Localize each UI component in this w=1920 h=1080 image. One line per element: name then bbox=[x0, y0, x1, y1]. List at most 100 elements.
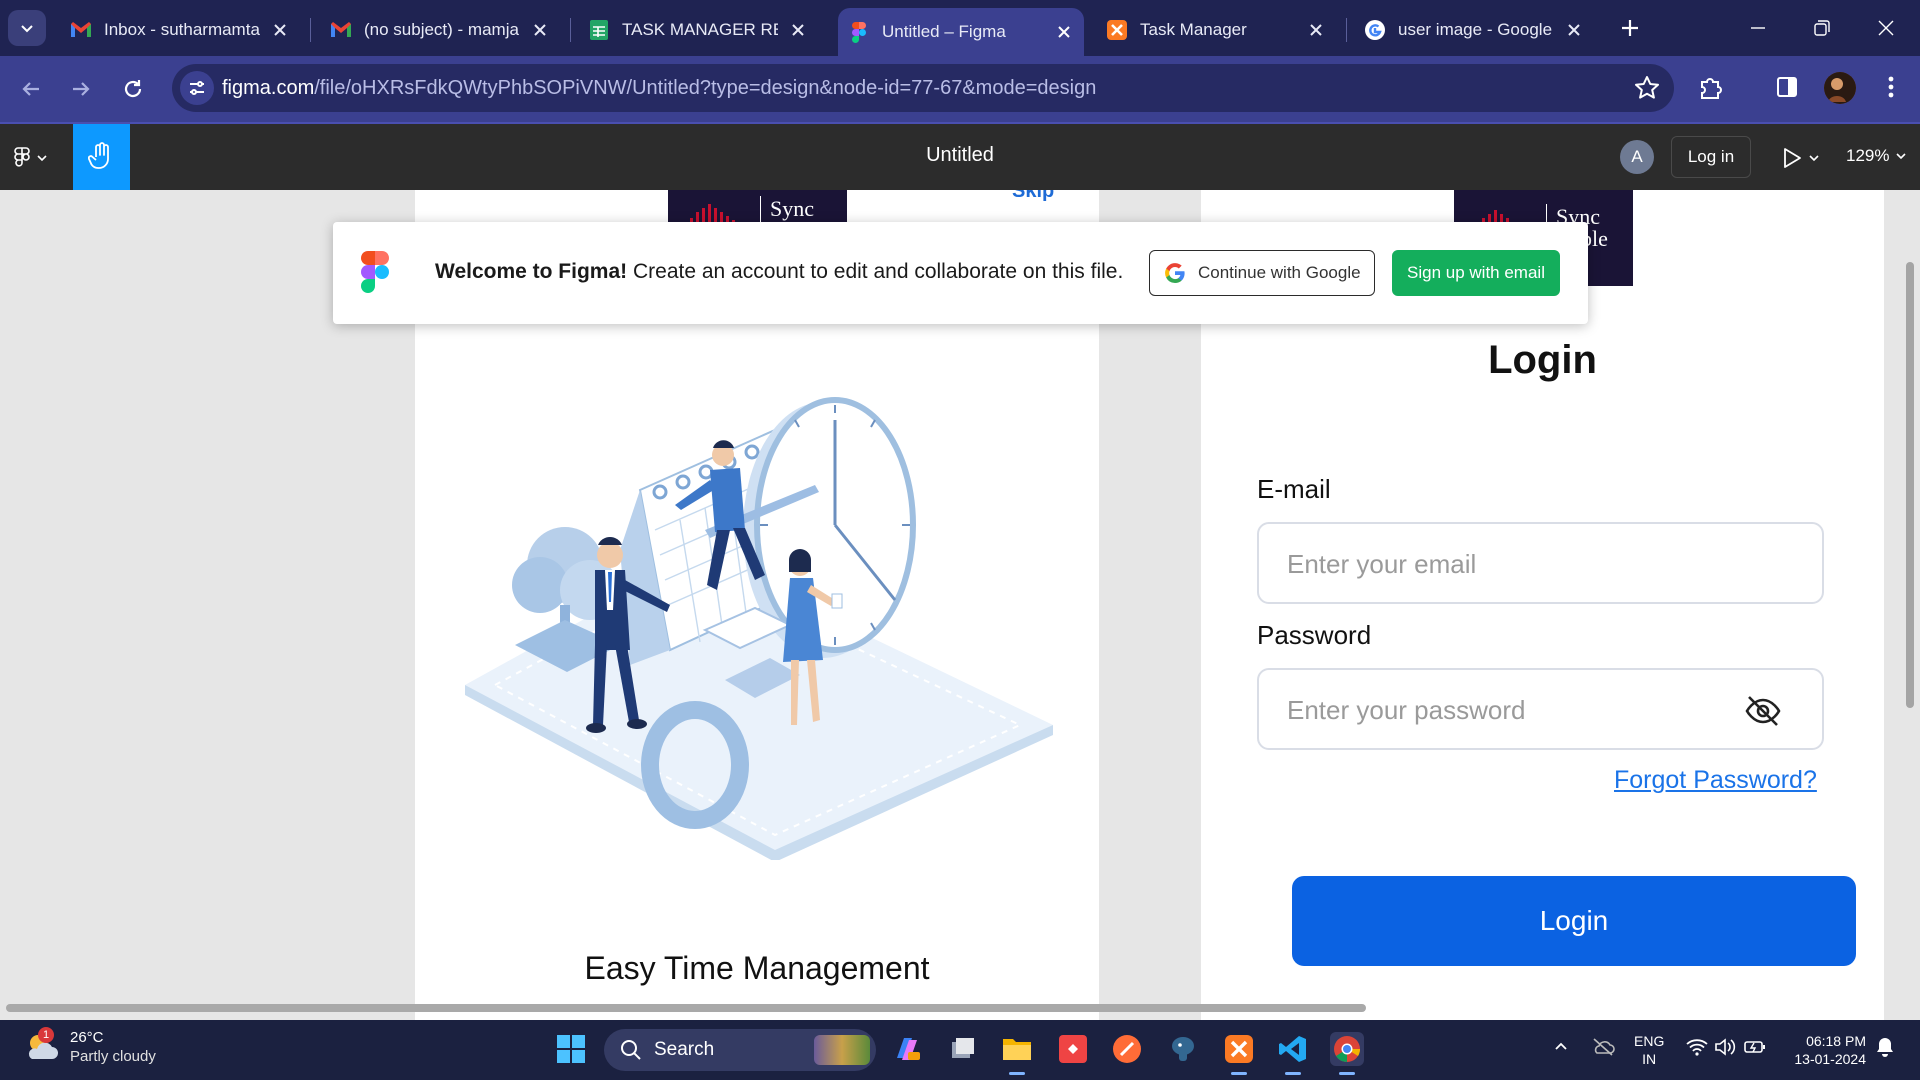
zoom-level: 129% bbox=[1846, 146, 1890, 165]
windows-start-icon[interactable] bbox=[556, 1034, 586, 1064]
sign-up-email-button[interactable]: Sign up with email bbox=[1392, 250, 1560, 296]
horizontal-scrollbar[interactable] bbox=[6, 1004, 1366, 1012]
taskbar-search[interactable]: Search bbox=[604, 1029, 876, 1071]
browser-menu-button[interactable] bbox=[1876, 72, 1906, 102]
url-path: /file/oHXRsFdkQWtyPhbSOPiVNW/Untitled?ty… bbox=[314, 77, 1097, 99]
forward-button[interactable] bbox=[64, 72, 98, 106]
taskbar-xampp[interactable] bbox=[1222, 1032, 1256, 1075]
minimize-button[interactable] bbox=[1744, 14, 1772, 42]
hand-tool-button[interactable] bbox=[73, 124, 130, 190]
login-button[interactable]: Login bbox=[1292, 876, 1856, 966]
address-bar[interactable]: figma.com/file/oHXRsFdkQWtyPhbSOPiVNW/Un… bbox=[172, 64, 1674, 112]
forgot-password-link[interactable]: Forgot Password? bbox=[1614, 766, 1817, 795]
close-icon[interactable] bbox=[788, 20, 808, 40]
back-button[interactable] bbox=[14, 72, 48, 106]
google-icon bbox=[1364, 19, 1386, 41]
reload-icon bbox=[124, 80, 142, 98]
chevron-down-icon bbox=[1896, 153, 1907, 160]
arrow-left-icon bbox=[22, 82, 39, 96]
xampp-icon bbox=[1106, 19, 1128, 41]
temperature: 26°C bbox=[70, 1029, 104, 1046]
extensions-button[interactable] bbox=[1696, 72, 1726, 102]
tab-task-manager-sheet[interactable]: TASK MANAGER REQUI bbox=[578, 10, 818, 50]
postgresql-icon bbox=[1172, 1037, 1194, 1061]
taskbar-postgresql[interactable] bbox=[1166, 1032, 1200, 1066]
close-icon[interactable] bbox=[1306, 20, 1326, 40]
volume-button[interactable] bbox=[1712, 1034, 1738, 1060]
figma-icon bbox=[14, 147, 30, 167]
language-indicator[interactable]: ENG IN bbox=[1634, 1032, 1664, 1068]
taskbar-task-view[interactable] bbox=[946, 1032, 980, 1066]
welcome-bold: Welcome to Figma! bbox=[435, 260, 628, 283]
tab-search-button[interactable] bbox=[8, 10, 46, 46]
taskbar-file-explorer[interactable] bbox=[1000, 1032, 1034, 1075]
figma-login-button[interactable]: Log in bbox=[1671, 136, 1751, 178]
close-icon[interactable] bbox=[530, 20, 550, 40]
figma-main-menu[interactable] bbox=[14, 144, 48, 172]
side-panel-button[interactable] bbox=[1772, 72, 1802, 102]
profile-avatar[interactable] bbox=[1824, 72, 1856, 104]
show-hidden-icons-button[interactable] bbox=[1548, 1034, 1574, 1060]
logo-divider bbox=[760, 196, 761, 224]
vertical-scrollbar[interactable] bbox=[1906, 262, 1914, 708]
bookmark-star-icon[interactable] bbox=[1634, 75, 1660, 101]
gmail-icon bbox=[70, 19, 92, 41]
continue-with-google-button[interactable]: Continue with Google bbox=[1149, 250, 1375, 296]
eye-off-icon[interactable] bbox=[1744, 692, 1782, 730]
wifi-button[interactable] bbox=[1684, 1034, 1710, 1060]
zoom-menu[interactable]: 129% bbox=[1846, 146, 1907, 166]
search-highlight-image bbox=[814, 1035, 870, 1065]
close-window-button[interactable] bbox=[1872, 14, 1900, 42]
avatar[interactable]: A bbox=[1620, 140, 1654, 174]
system-clock[interactable]: 06:18 PM 13-01-2024 bbox=[1780, 1032, 1866, 1068]
restore-button[interactable] bbox=[1808, 14, 1836, 42]
skip-link[interactable]: Skip bbox=[1012, 190, 1054, 203]
reload-button[interactable] bbox=[116, 72, 150, 106]
tune-icon bbox=[190, 81, 204, 95]
tab-figma-untitled[interactable]: Untitled – Figma bbox=[838, 8, 1084, 56]
new-tab-button[interactable] bbox=[1616, 14, 1644, 42]
password-field[interactable]: Enter your password bbox=[1257, 668, 1824, 750]
tab-title: TASK MANAGER REQUI bbox=[622, 20, 778, 39]
weather-widget[interactable]: 1 26°C Partly cloudy bbox=[24, 1027, 156, 1066]
site-info-button[interactable] bbox=[180, 71, 214, 105]
logo-word: Sync bbox=[770, 196, 814, 221]
tab-gmail-no-subject[interactable]: (no subject) - mamjang bbox=[320, 10, 560, 50]
taskbar-vscode[interactable] bbox=[1276, 1032, 1310, 1075]
anydesk-icon bbox=[1059, 1035, 1087, 1063]
task-view-icon bbox=[952, 1038, 974, 1058]
taskbar-copilot[interactable] bbox=[890, 1032, 924, 1066]
battery-button[interactable] bbox=[1742, 1034, 1768, 1060]
onedrive-button[interactable] bbox=[1590, 1034, 1616, 1060]
present-button[interactable] bbox=[1782, 144, 1820, 172]
email-field[interactable]: Enter your email bbox=[1257, 522, 1824, 604]
tab-title: Untitled – Figma bbox=[882, 22, 1006, 41]
arrow-right-icon bbox=[73, 82, 90, 96]
tab-google-search[interactable]: user image - Google Se bbox=[1354, 10, 1594, 50]
minimize-icon bbox=[1751, 27, 1765, 29]
onboarding-caption: Easy Time Management bbox=[584, 950, 930, 986]
profile-avatar-icon bbox=[1824, 72, 1856, 104]
close-icon[interactable] bbox=[270, 20, 290, 40]
url-host: figma.com bbox=[222, 77, 315, 99]
taskbar-anydesk[interactable] bbox=[1056, 1032, 1090, 1066]
email-label: E-mail bbox=[1257, 474, 1331, 504]
password-label: Password bbox=[1257, 620, 1372, 650]
close-icon[interactable] bbox=[1054, 22, 1074, 42]
file-title[interactable]: Untitled bbox=[860, 144, 1060, 167]
tab-separator bbox=[1346, 18, 1347, 42]
notifications-button[interactable] bbox=[1872, 1034, 1898, 1060]
tab-gmail-inbox[interactable]: Inbox - sutharmamta63 bbox=[60, 10, 300, 50]
chevron-down-icon bbox=[1809, 155, 1819, 162]
partly-cloudy-icon: 1 bbox=[24, 1027, 60, 1065]
folder-icon bbox=[1003, 1039, 1031, 1060]
cloud-off-icon bbox=[1593, 1038, 1615, 1056]
tab-task-manager[interactable]: Task Manager bbox=[1096, 10, 1336, 50]
puzzle-icon bbox=[1701, 78, 1722, 99]
taskbar-chrome[interactable] bbox=[1330, 1032, 1364, 1075]
clock-time: 06:18 PM bbox=[1806, 1033, 1866, 1049]
vscode-icon bbox=[1279, 1036, 1306, 1062]
tab-separator bbox=[310, 18, 311, 42]
taskbar-postman[interactable] bbox=[1110, 1032, 1144, 1066]
close-icon[interactable] bbox=[1564, 20, 1584, 40]
